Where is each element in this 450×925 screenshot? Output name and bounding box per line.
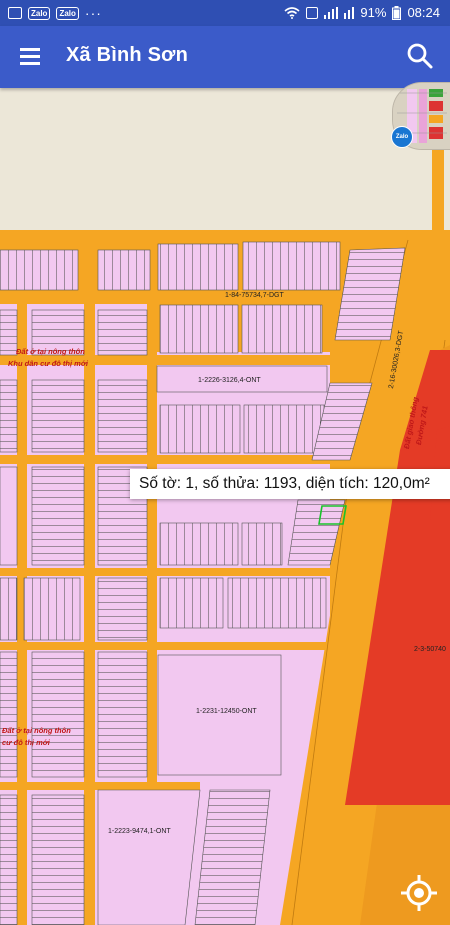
parcel-info-popup: Số tờ: 1, số thửa: 1193, diện tích: 120,… [130,469,450,499]
battery-icon [392,5,402,20]
image-icon [8,7,22,19]
road-horizontal [0,455,330,464]
app-bar: Xã Bình Sơn [0,26,450,88]
road-horizontal [0,568,330,576]
search-icon[interactable] [406,42,434,70]
lot-block [157,243,239,291]
page-title: Xã Bình Sơn [66,44,188,66]
gps-locate-icon[interactable] [399,873,439,913]
status-bar: Zalo Zalo ··· 91% 08:24 [0,0,450,26]
parcel-label: 1-2223-9474,1-ONT [108,828,171,835]
land-use-label: cư đô thị mới [2,738,50,747]
zalo-icon: Zalo [28,6,51,20]
map-view[interactable]: 1-84-75734,7-DGT 2-16-30026,3-DGT 1-2226… [0,88,450,925]
zone-label: 2-3-50740 [414,646,446,653]
lot-block [242,241,341,291]
road-vertical [84,304,95,925]
clock: 08:24 [407,5,440,20]
signal-icon [324,6,339,19]
land-use-label: Đất ở tại nông thôn [16,347,85,356]
hamburger-menu-icon[interactable] [20,47,42,65]
road-north [432,150,444,230]
nfc-icon [306,6,319,19]
wifi-icon [284,6,300,19]
road-label: 1-84-75734,7-DGT [225,292,284,299]
road-horizontal [0,642,330,650]
parcel-label: 1-2226-3126,4-ONT [198,377,261,384]
land-use-label: Khu dân cư đô thị mới [8,359,88,368]
lot-block [97,249,151,291]
road-horizontal [0,782,200,790]
more-dots-icon: ··· [84,5,102,21]
parcel-ont[interactable] [97,789,201,925]
zalo-icon: Zalo [56,6,79,20]
parcel-ont[interactable] [157,654,282,776]
parcel-label: 1-2231-12450-ONT [196,708,257,715]
land-use-label: Đất ở tại nông thôn [2,726,71,735]
battery-percent: 91% [360,5,387,20]
lot-block [0,249,79,291]
signal-icon [344,6,355,19]
zalo-chat-bubble[interactable]: Zalo [391,126,413,148]
road-top [0,290,340,304]
